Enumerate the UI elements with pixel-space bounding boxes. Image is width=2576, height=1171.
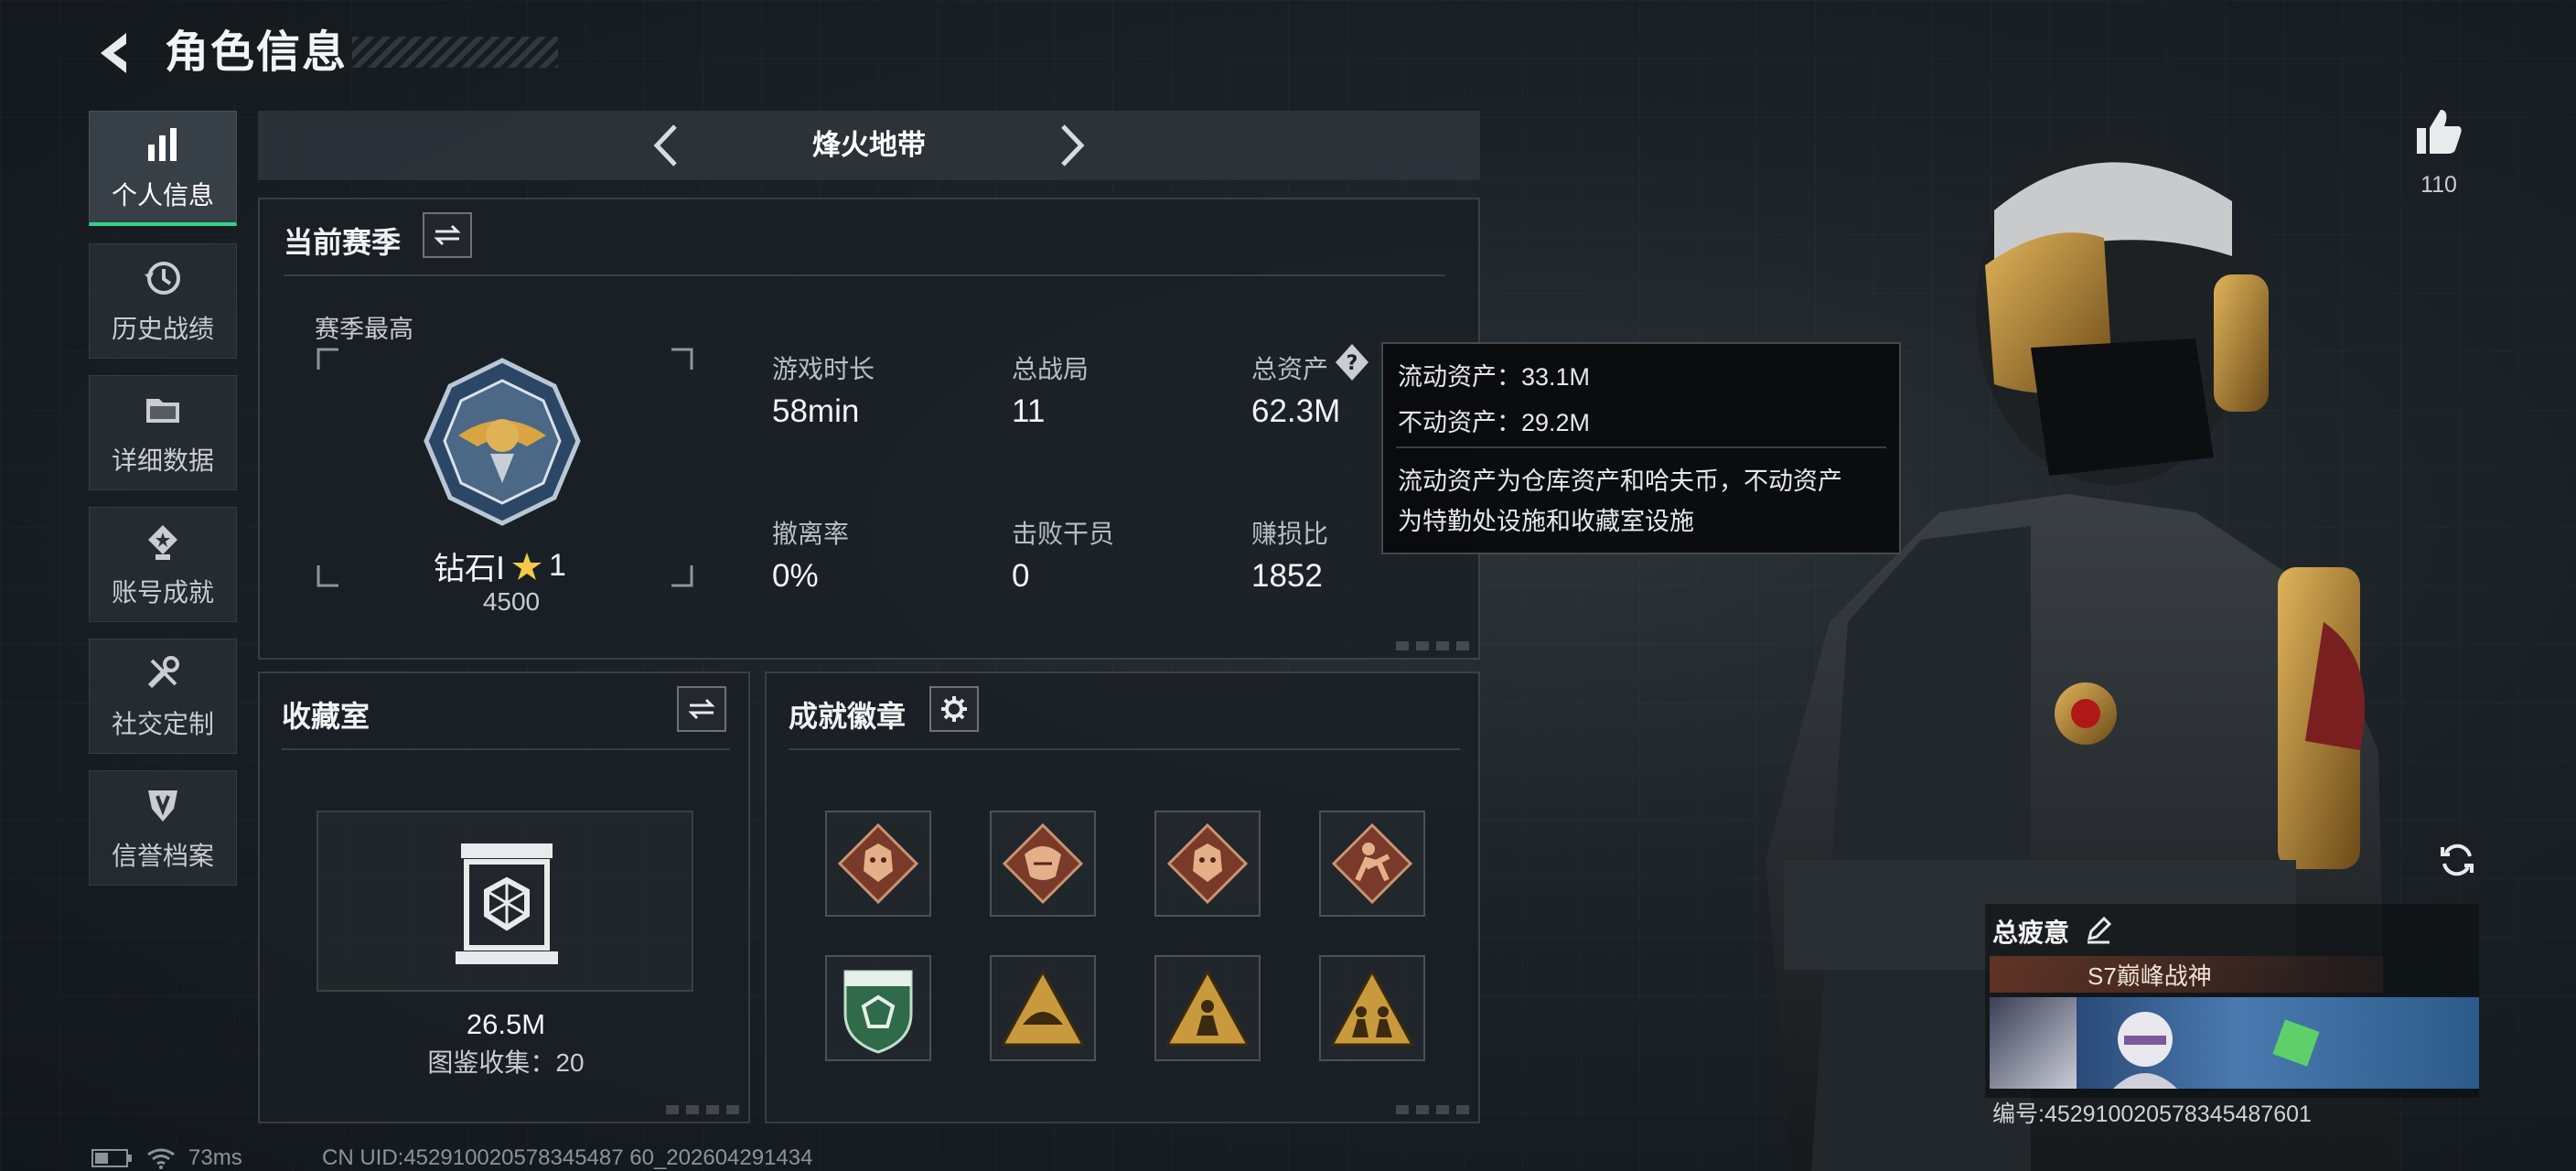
battery-icon [91,1149,132,1167]
stat-label-total-matches: 总战局 [1012,355,1089,383]
wifi-icon [147,1148,175,1169]
stat-label-play-time: 游戏时长 [772,355,875,383]
panel-corner-decoration [1396,641,1469,650]
badges-settings-button[interactable] [929,686,979,732]
history-clock-icon [145,262,180,295]
sidebar-item-label: 详细数据 [111,446,214,475]
tooltip-fixed-assets: 不动资产：29.2M [1398,409,1591,436]
collection-preview-frame [317,811,693,992]
back-arrow-icon[interactable] [88,26,143,81]
stat-value-operators-defeated: 0 [1012,558,1030,594]
banner-character-left [1990,997,2077,1089]
thumbs-up-icon[interactable] [2411,104,2466,159]
fatigue-label: 总疲意 [1992,919,2070,947]
sidebar-item-detailed-data[interactable]: 详细数据 [89,375,237,490]
diamond-rank-emblem-icon [424,358,581,526]
title-decoration [352,37,558,68]
stat-value-extract-rate: 0% [772,558,819,594]
rank-points: 4500 [482,587,541,616]
page-title: 角色信息 [165,28,349,77]
wolf-badge-icon[interactable] [1154,811,1261,917]
sidebar-item-label: 个人信息 [111,180,214,209]
display-case-icon [456,843,558,964]
rank-display: 钻石Ⅰ 1 [434,543,566,588]
sidebar-item-label: 账号成就 [111,578,214,607]
badges-panel-title: 成就徽章 [789,700,907,733]
panel-corner-decoration [666,1105,739,1114]
asset-breakdown-tooltip: 流动资产：33.1M 不动资产：29.2M 流动资产为仓库资产和哈夫币，不动资产… [1381,342,1901,554]
chevron-right-icon[interactable] [1043,115,1098,176]
swap-arrows-icon [688,698,715,720]
sidebar-item-social-custom[interactable]: 社交定制 [89,639,237,754]
collection-switch-button[interactable] [677,686,726,732]
stat-value-play-time: 58min [772,393,860,429]
ping-value: 73ms [188,1145,242,1170]
star-icon [512,552,542,580]
season-title: S7巅峰战神 [2088,962,2212,990]
soldier-badge-icon[interactable] [1319,811,1425,917]
collection-panel: 收藏室 26.5M 图鉴收集：20 [258,671,750,1123]
achievement-medal-icon [148,525,177,560]
uid-line: CN UID:452910020578345487 60_20260429143… [322,1145,813,1170]
stat-label-total-assets: 总资产 [1251,355,1329,383]
achievement-badges-panel: 成就徽章 [765,671,1480,1123]
stat-value-total-assets: 62.3M [1251,393,1341,429]
wolf-badge-icon[interactable] [825,811,931,917]
svg-text:?: ? [1347,352,1358,375]
stat-label-operators-defeated: 击败干员 [1012,520,1115,548]
stat-label-profit-loss-ratio: 赚损比 [1251,520,1329,548]
dragon-badge-icon[interactable] [990,811,1096,917]
panel-corner-decoration [1396,1105,1469,1114]
rank-stars: 1 [549,548,566,583]
edit-pencil-icon[interactable] [2084,915,2113,944]
player-id[interactable]: 编号:452910020578345487601 [1992,1096,2312,1129]
sidebar-item-credit-record[interactable]: 信誉档案 [89,770,237,886]
collection-panel-title: 收藏室 [282,700,370,733]
swap-arrows-icon [434,224,461,246]
tooltip-description-line-2: 为特勤处设施和收藏室设施 [1398,508,1694,535]
profile-banner[interactable] [1990,997,2479,1089]
folder-icon [146,399,179,423]
triangle-figure-badge-icon[interactable] [1154,955,1261,1061]
season-best-label: 赛季最高 [315,316,413,343]
rank-name: 钻石Ⅰ [434,552,506,586]
bar-chart-icon [148,127,177,161]
tooltip-description-line-1: 流动资产为仓库资产和哈夫币，不动资产 [1398,467,1842,495]
sidebar-item-label: 历史战绩 [111,315,214,343]
season-panel: 当前赛季 赛季最高 钻石Ⅰ 1 4500 游戏时长 58min 总战局 11 总… [258,198,1480,660]
banner-artwork [2077,997,2479,1089]
green-shield-badge-icon[interactable] [825,955,931,1061]
mode-title: 烽火地带 [812,129,926,161]
sidebar-item-label: 信誉档案 [111,842,214,870]
collection-count: 图鉴收集：20 [427,1048,585,1077]
tooltip-liquid-assets: 流动资产：33.1M [1398,363,1591,391]
chevron-left-icon[interactable] [640,115,695,176]
season-switch-button[interactable] [423,212,472,258]
stat-value-total-matches: 11 [1012,393,1046,429]
gear-icon [941,696,967,722]
like-count: 110 [2420,172,2457,198]
stat-value-profit-loss-ratio: 1852 [1251,558,1323,594]
triangle-helmet-badge-icon[interactable] [990,955,1096,1061]
sidebar-item-account-achievements[interactable]: 账号成就 [89,507,237,622]
refresh-icon[interactable] [2437,840,2477,880]
status-bar: 73ms [91,1145,242,1171]
sidebar-item-label: 社交定制 [111,710,214,738]
shield-emblem-icon [148,790,177,822]
triangle-squad-badge-icon[interactable] [1319,955,1425,1061]
stat-label-extract-rate: 撤离率 [772,520,850,548]
sidebar-item-history[interactable]: 历史战绩 [89,243,237,359]
help-question-icon[interactable]: ? [1334,342,1370,382]
wrench-tools-icon [147,656,179,689]
sidebar-item-personal-info[interactable]: 个人信息 [89,111,237,226]
season-panel-title: 当前赛季 [284,226,402,259]
collection-value: 26.5M [466,1008,546,1040]
